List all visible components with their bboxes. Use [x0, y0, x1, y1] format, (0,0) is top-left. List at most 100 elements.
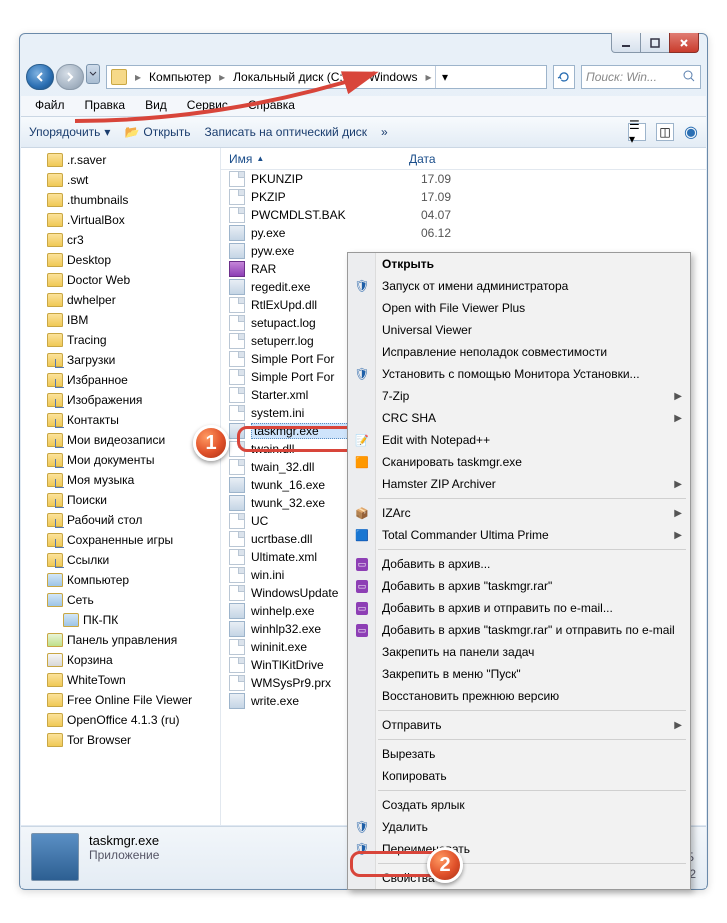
address-dropdown[interactable]: ▾ [435, 66, 453, 88]
tree-item[interactable]: Doctor Web [21, 270, 220, 290]
tree-item[interactable]: OpenOffice 4.1.3 (ru) [21, 710, 220, 730]
context-menu-item[interactable]: 🛡Переименовать [348, 838, 690, 860]
tree-item-label: Компьютер [67, 573, 129, 587]
folder-icon [47, 333, 63, 347]
context-menu-item[interactable]: 🟦Total Commander Ultima Prime▶ [348, 524, 690, 546]
nav-forward-button[interactable] [56, 64, 84, 90]
context-menu-item[interactable]: ▭Добавить в архив "taskmgr.rar" и отправ… [348, 619, 690, 641]
context-menu-item[interactable]: 📝Edit with Notepad++ [348, 429, 690, 451]
breadcrumb-folder[interactable]: Windows [365, 68, 422, 86]
breadcrumb-drive[interactable]: Локальный диск (C:) [229, 68, 351, 86]
tree-item[interactable]: Мои документы [21, 450, 220, 470]
menu-file[interactable]: Файл [27, 96, 73, 116]
tree-item[interactable]: Рабочий стол [21, 510, 220, 530]
context-menu-item[interactable]: Свойства [348, 867, 690, 889]
context-menu-item[interactable]: 🟧Сканировать taskmgr.exe [348, 451, 690, 473]
tree-item[interactable]: dwhelper [21, 290, 220, 310]
context-menu-item[interactable]: 🛡Установить с помощью Монитора Установки… [348, 363, 690, 385]
tree-item[interactable]: Контакты [21, 410, 220, 430]
tree-item[interactable]: IBM [21, 310, 220, 330]
context-menu-item[interactable]: ▭Добавить в архив... [348, 553, 690, 575]
shield-icon: 🛡 [353, 818, 371, 836]
address-bar[interactable]: ▸ Компьютер ▸ Локальный диск (C:) ▸ Wind… [106, 65, 547, 89]
context-menu-item[interactable]: Создать ярлык [348, 794, 690, 816]
open-button[interactable]: 📂Открыть [124, 125, 190, 139]
tree-item-label: Сохраненные игры [67, 533, 173, 547]
tree-item[interactable]: Поиски [21, 490, 220, 510]
preview-pane-button[interactable]: ◫ [656, 123, 674, 141]
tree-item[interactable]: Сеть [21, 590, 220, 610]
tree-item[interactable]: Сохраненные игры [21, 530, 220, 550]
tree-item[interactable]: Компьютер [21, 570, 220, 590]
file-icon [229, 477, 245, 493]
close-button[interactable] [669, 33, 699, 53]
tree-item[interactable]: Tracing [21, 330, 220, 350]
tree-item[interactable]: Панель управления [21, 630, 220, 650]
tree-item[interactable]: .r.saver [21, 150, 220, 170]
menu-edit[interactable]: Правка [77, 96, 134, 116]
tree-item[interactable]: Изображения [21, 390, 220, 410]
file-row[interactable]: PKZIP17.09 [221, 188, 706, 206]
context-menu-item[interactable]: Open with File Viewer Plus [348, 297, 690, 319]
tree-item[interactable]: .thumbnails [21, 190, 220, 210]
context-menu-item[interactable]: 7-Zip▶ [348, 385, 690, 407]
context-menu-item[interactable]: Открыть [348, 253, 690, 275]
context-menu-item[interactable]: 🛡Запуск от имени администратора [348, 275, 690, 297]
tree-item[interactable]: Desktop [21, 250, 220, 270]
tree-item[interactable]: .swt [21, 170, 220, 190]
col-date[interactable]: Дата [409, 152, 436, 166]
tree-item-label: Free Online File Viewer [67, 693, 192, 707]
file-row[interactable]: PWCMDLST.BAK04.07 [221, 206, 706, 224]
context-menu-item[interactable]: Universal Viewer [348, 319, 690, 341]
nav-history-dropdown[interactable] [86, 64, 100, 84]
file-icon [229, 333, 245, 349]
tree-item[interactable]: Free Online File Viewer [21, 690, 220, 710]
menu-help[interactable]: Справка [240, 96, 303, 116]
tree-item[interactable]: Мои видеозаписи [21, 430, 220, 450]
context-menu-item[interactable]: ▭Добавить в архив "taskmgr.rar" [348, 575, 690, 597]
tree-item[interactable]: .VirtualBox [21, 210, 220, 230]
tree-item[interactable]: Ссылки [21, 550, 220, 570]
context-menu-item[interactable]: Копировать [348, 765, 690, 787]
submenu-arrow-icon: ▶ [674, 479, 682, 490]
search-box[interactable]: Поиск: Win... [581, 65, 701, 89]
file-row[interactable]: PKUNZIP17.09 [221, 170, 706, 188]
maximize-button[interactable] [640, 33, 670, 53]
tree-item[interactable]: Tor Browser [21, 730, 220, 750]
context-menu-item[interactable]: Вырезать [348, 743, 690, 765]
nav-back-button[interactable] [26, 64, 54, 90]
menu-tools[interactable]: Сервис [179, 96, 236, 116]
context-menu-item[interactable]: 📦IZArc▶ [348, 502, 690, 524]
tree-item[interactable]: Избранное [21, 370, 220, 390]
breadcrumb-computer[interactable]: Компьютер [145, 68, 215, 86]
folder-tree[interactable]: .r.saver.swt.thumbnails.VirtualBoxcr3Des… [21, 148, 221, 825]
column-headers[interactable]: Имя▲ Дата [221, 148, 706, 170]
refresh-button[interactable] [553, 65, 575, 89]
tree-item-label: Ссылки [67, 553, 109, 567]
organize-button[interactable]: Упорядочить ▾ [29, 125, 110, 139]
tree-item[interactable]: ПК-ПК [21, 610, 220, 630]
burn-button[interactable]: Записать на оптический диск [205, 125, 368, 139]
context-menu-item[interactable]: Hamster ZIP Archiver▶ [348, 473, 690, 495]
col-name[interactable]: Имя [229, 152, 252, 166]
view-mode-button[interactable]: ☰ ▾ [628, 123, 646, 141]
context-menu-item[interactable]: 🛡Удалить [348, 816, 690, 838]
tree-item[interactable]: cr3 [21, 230, 220, 250]
context-menu-label: Добавить в архив "taskmgr.rar" [382, 579, 552, 593]
file-row[interactable]: py.exe06.12 [221, 224, 706, 242]
tree-item[interactable]: Корзина [21, 650, 220, 670]
menu-view[interactable]: Вид [137, 96, 175, 116]
context-menu-item[interactable]: ▭Добавить в архив и отправить по e-mail.… [348, 597, 690, 619]
tree-item[interactable]: Загрузки [21, 350, 220, 370]
file-icon [229, 351, 245, 367]
tree-item[interactable]: Моя музыка [21, 470, 220, 490]
context-menu-item[interactable]: Восстановить прежнюю версию [348, 685, 690, 707]
context-menu-item[interactable]: Отправить▶ [348, 714, 690, 736]
context-menu-item[interactable]: Закрепить на панели задач [348, 641, 690, 663]
minimize-button[interactable] [611, 33, 641, 53]
context-menu-item[interactable]: CRC SHA▶ [348, 407, 690, 429]
context-menu-item[interactable]: Исправление неполадок совместимости [348, 341, 690, 363]
tree-item[interactable]: WhiteTown [21, 670, 220, 690]
context-menu-item[interactable]: Закрепить в меню "Пуск" [348, 663, 690, 685]
help-icon[interactable]: ◉ [684, 122, 698, 142]
